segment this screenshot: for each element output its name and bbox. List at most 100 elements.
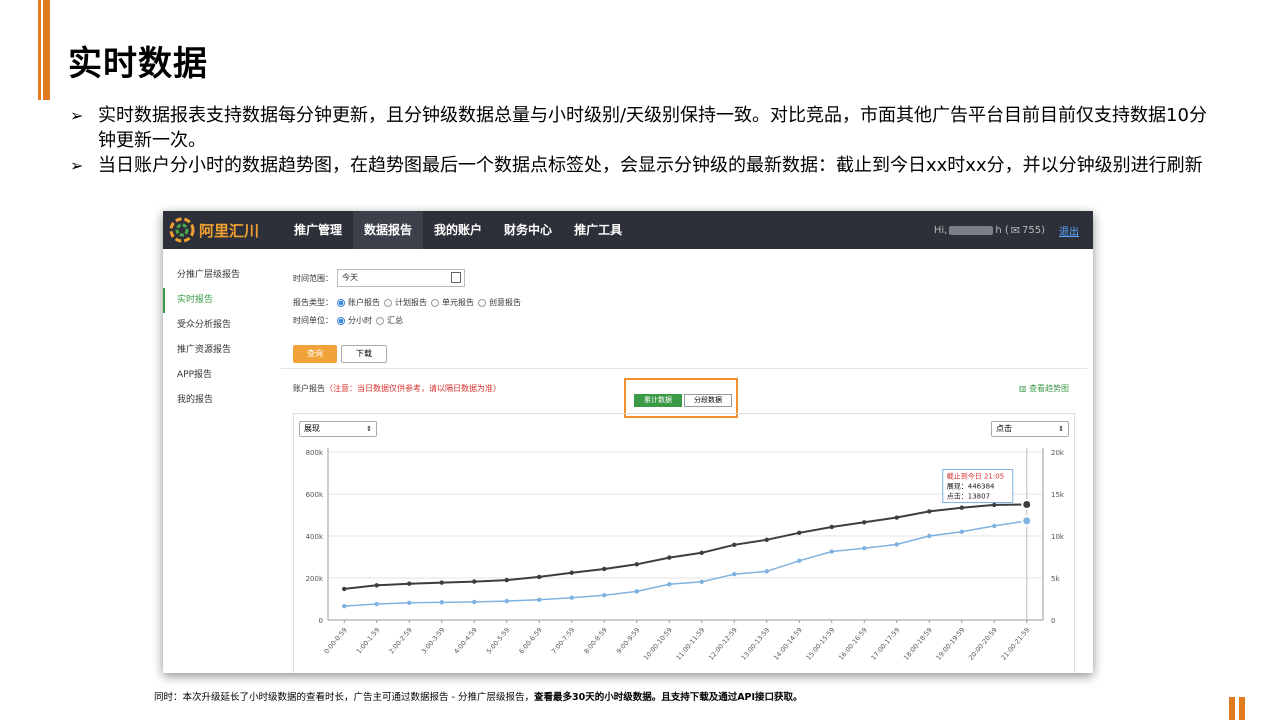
x-tick-label: 13:00-13:59	[740, 626, 772, 662]
data-point	[342, 603, 347, 609]
mail-icon[interactable]: ✉	[1011, 224, 1020, 237]
bullet-text: 实时数据报表支持数据每分钟更新，且分钟级数据总量与小时级别/天级别保持一致。对比…	[98, 105, 1207, 151]
radio-label: 汇总	[387, 316, 403, 325]
chart-container: 800k 20k 600k 15k 400k 10k 200k 5k 0 0 0:00-0:59 1:…	[293, 413, 1075, 673]
radio-label: 计划报告	[395, 298, 427, 307]
radio-creative-report[interactable]	[478, 298, 486, 307]
data-point	[537, 597, 542, 603]
data-point	[569, 595, 574, 600]
y-tick-left: 600k	[306, 491, 324, 499]
data-point	[634, 589, 639, 594]
radio-unit-report[interactable]	[431, 298, 439, 307]
calendar-icon[interactable]	[451, 272, 461, 283]
y-tick-right: 10k	[1051, 533, 1065, 541]
data-point	[927, 509, 932, 514]
x-tick-label: 20:00-20:59	[967, 626, 999, 662]
data-point	[439, 580, 444, 585]
bullet-text: 当日账户分小时的数据趋势图，在趋势图最后一个数据点标签处，会显示分钟级的最新数据…	[98, 155, 1203, 176]
tooltip-line2: 点击：13807	[947, 492, 990, 501]
data-point	[504, 598, 509, 604]
bullet-item: ➢ 当日账户分小时的数据趋势图，在趋势图最后一个数据点标签处，会显示分钟级的最新…	[70, 153, 1220, 178]
time-unit-row: 时间单位： 分小时 汇总	[293, 315, 403, 326]
y-tick-right: 5k	[1051, 575, 1060, 583]
arrow-bullet-icon: ➢	[70, 106, 84, 125]
tooltip-line1: 展现：446384	[947, 483, 995, 491]
mail-count: 755)	[1022, 224, 1045, 236]
data-point	[667, 582, 672, 587]
footnote: 同时：本次升级延长了小时级数据的查看时长，广告主可通过数据报告 - 分推广层级报…	[154, 689, 803, 703]
bar-chart-icon: ▥	[1018, 384, 1027, 393]
x-tick-label: 21:00-21:59	[1000, 626, 1032, 662]
bullet-item: ➢ 实时数据报表支持数据每分钟更新，且分钟级数据总量与小时级别/天级别保持一致。…	[70, 103, 1220, 153]
view-trend-link[interactable]: ▥ 查看趋势图	[1019, 383, 1069, 394]
sidebar-item-level-report[interactable]: 分推广层级报告	[163, 263, 281, 288]
sidebar-item-resource-report[interactable]: 推广资源报告	[163, 338, 281, 363]
left-metric-select[interactable]: 展现 ⇕	[299, 421, 377, 437]
radio-summary[interactable]	[376, 316, 384, 325]
time-range-input[interactable]: 今天	[337, 269, 465, 287]
data-point	[472, 599, 477, 605]
radio-label: 账户报告	[348, 298, 380, 307]
time-unit-label: 时间单位：	[293, 316, 333, 325]
logout-link[interactable]: 退出	[1059, 223, 1079, 238]
tooltip-title: 截止到今日 21:05	[947, 472, 1004, 481]
x-tick-label: 14:00-14:59	[772, 626, 804, 662]
data-point	[959, 529, 964, 534]
cumulative-data-tab[interactable]: 累计数据	[634, 394, 682, 407]
sidebar-item-app-report[interactable]: APP报告	[163, 363, 281, 388]
x-tick-label: 11:00-11:59	[675, 626, 707, 662]
radio-hourly[interactable]	[337, 316, 345, 325]
sidebar-item-my-report[interactable]: 我的报告	[163, 388, 281, 413]
data-point	[407, 581, 412, 586]
radio-account-report[interactable]	[337, 298, 345, 307]
report-title: 账户报告（注意：当日数据仅供参考，请以隔日数据为准）	[293, 383, 501, 394]
corner-accent	[1229, 697, 1249, 720]
x-tick-label: 5:00-5:59	[485, 626, 511, 655]
nav-item-reports[interactable]: 数据报告	[353, 211, 424, 249]
nav-item-account[interactable]: 我的账户	[423, 211, 493, 249]
y-tick-left: 200k	[306, 575, 324, 583]
data-point	[602, 593, 607, 598]
data-point	[439, 600, 444, 605]
brand-logo[interactable]: 阿里汇川	[163, 217, 283, 243]
data-point	[764, 537, 769, 542]
nav-item-finance[interactable]: 财务中心	[493, 211, 563, 249]
time-range-label: 时间范围：	[293, 273, 333, 283]
y-tick-right: 15k	[1051, 491, 1065, 499]
radio-label: 分小时	[348, 316, 372, 325]
report-note: （注意：当日数据仅供参考，请以隔日数据为准）	[325, 384, 501, 393]
top-navbar: 阿里汇川 推广管理 数据报告 我的账户 财务中心 推广工具 Hi, h ( ✉ …	[163, 211, 1093, 249]
segment-data-tab[interactable]: 分段数据	[684, 394, 732, 407]
data-point	[829, 524, 834, 530]
data-point	[894, 542, 899, 547]
data-point	[927, 533, 932, 539]
sidebar-item-realtime-report[interactable]: 实时报告	[163, 288, 281, 313]
query-button[interactable]: 查询	[293, 345, 337, 363]
download-button[interactable]: 下载	[341, 345, 387, 363]
radio-plan-report[interactable]	[384, 298, 392, 307]
x-tick-label: 2:00-2:59	[387, 626, 413, 655]
x-tick-label: 9:00-9:59	[615, 626, 641, 655]
nav-item-tools[interactable]: 推广工具	[563, 211, 633, 249]
series-line	[344, 520, 1027, 607]
data-point	[1021, 499, 1033, 510]
user-area: Hi, h ( ✉ 755) 退出	[934, 223, 1093, 238]
data-point	[374, 583, 379, 588]
report-title-text: 账户报告	[293, 384, 325, 393]
data-point	[829, 549, 834, 554]
sidebar: 分推广层级报告 实时报告 受众分析报告 推广资源报告 APP报告 我的报告	[163, 249, 281, 673]
radio-label: 创意报告	[489, 298, 521, 307]
x-tick-label: 18:00-18:59	[902, 626, 934, 662]
nav-item-promotion[interactable]: 推广管理	[283, 211, 353, 249]
x-tick-label: 19:00-19:59	[935, 626, 967, 662]
y-tick-left: 0	[319, 617, 323, 625]
data-point	[992, 502, 997, 508]
corner-bar	[1229, 697, 1235, 720]
data-point	[699, 550, 704, 555]
sidebar-item-audience-report[interactable]: 受众分析报告	[163, 313, 281, 338]
right-metric-select[interactable]: 点击 ⇕	[991, 421, 1069, 437]
footnote-plain: 同时：本次升级延长了小时级数据的查看时长，广告主可通过数据报告 - 分推广层级报…	[154, 692, 534, 703]
x-tick-label: 1:00-1:59	[355, 626, 381, 655]
data-point	[732, 542, 737, 548]
data-point	[634, 562, 639, 567]
